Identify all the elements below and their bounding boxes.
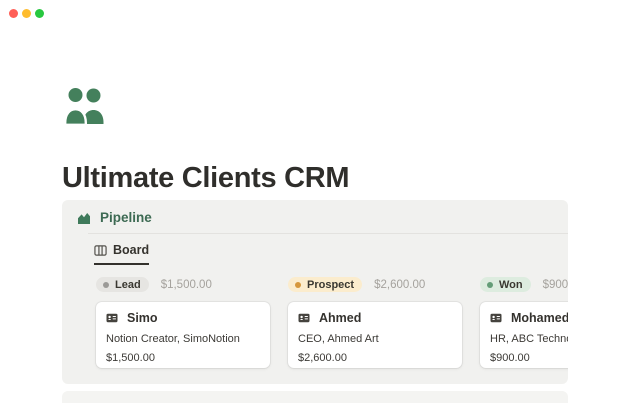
chart-icon [77, 211, 91, 225]
next-section-panel [62, 391, 568, 403]
status-badge-lead[interactable]: Lead [96, 277, 149, 292]
board-card-simo[interactable]: Simo Notion Creator, SimoNotion $1,500.0… [96, 302, 270, 368]
card-subtitle: Notion Creator, SimoNotion [106, 333, 260, 345]
maximize-window-button[interactable] [35, 9, 44, 18]
card-name: Mohamed [511, 311, 568, 325]
pipeline-panel: Pipeline Board Lead $1,500.00 [62, 200, 568, 384]
board-icon [94, 244, 107, 257]
column-header: Lead $1,500.00 [96, 276, 270, 293]
status-dot [487, 282, 493, 288]
card-title-row: Ahmed [298, 311, 452, 325]
close-window-button[interactable] [9, 9, 18, 18]
tab-board[interactable]: Board [94, 243, 149, 265]
card-title-row: Simo [106, 311, 260, 325]
card-amount: $900.00 [490, 352, 568, 364]
card-subtitle: HR, ABC Technology [490, 333, 568, 345]
window-controls [9, 9, 44, 18]
pipeline-header: Pipeline [62, 200, 568, 233]
status-label: Prospect [307, 279, 354, 291]
page-title: Ultimate Clients CRM [62, 162, 349, 195]
board-column-lead: Lead $1,500.00 Simo Notion Creator, Simo… [96, 276, 270, 368]
card-title-row: Mohamed [490, 311, 568, 325]
card-amount: $2,600.00 [298, 352, 452, 364]
column-header: Won $900.00 [480, 276, 568, 293]
contact-card-icon [490, 312, 502, 324]
board-column-won: Won $900.00 Mohamed HR, ABC Technology [480, 276, 568, 368]
board-column-prospect: Prospect $2,600.00 Ahmed CEO, Ahmed Art [288, 276, 462, 368]
status-dot [295, 282, 301, 288]
people-icon[interactable] [64, 86, 108, 126]
card-name: Ahmed [319, 311, 361, 325]
view-tabs: Board [62, 234, 568, 265]
column-header: Prospect $2,600.00 [288, 276, 462, 293]
pipeline-title[interactable]: Pipeline [100, 210, 152, 225]
board-view: Lead $1,500.00 Simo Notion Creator, Simo… [62, 265, 568, 368]
card-amount: $1,500.00 [106, 352, 260, 364]
board-card-mohamed[interactable]: Mohamed HR, ABC Technology $900.00 [480, 302, 568, 368]
status-badge-won[interactable]: Won [480, 277, 531, 292]
contact-card-icon [298, 312, 310, 324]
column-total: $900.00 [543, 279, 568, 291]
card-name: Simo [127, 311, 158, 325]
card-subtitle: CEO, Ahmed Art [298, 333, 452, 345]
status-label: Lead [115, 279, 141, 291]
status-dot [103, 282, 109, 288]
status-badge-prospect[interactable]: Prospect [288, 277, 362, 292]
column-total: $2,600.00 [374, 279, 425, 291]
column-total: $1,500.00 [161, 279, 212, 291]
contact-card-icon [106, 312, 118, 324]
tab-board-label: Board [113, 243, 149, 257]
minimize-window-button[interactable] [22, 9, 31, 18]
board-card-ahmed[interactable]: Ahmed CEO, Ahmed Art $2,600.00 [288, 302, 462, 368]
status-label: Won [499, 279, 523, 291]
